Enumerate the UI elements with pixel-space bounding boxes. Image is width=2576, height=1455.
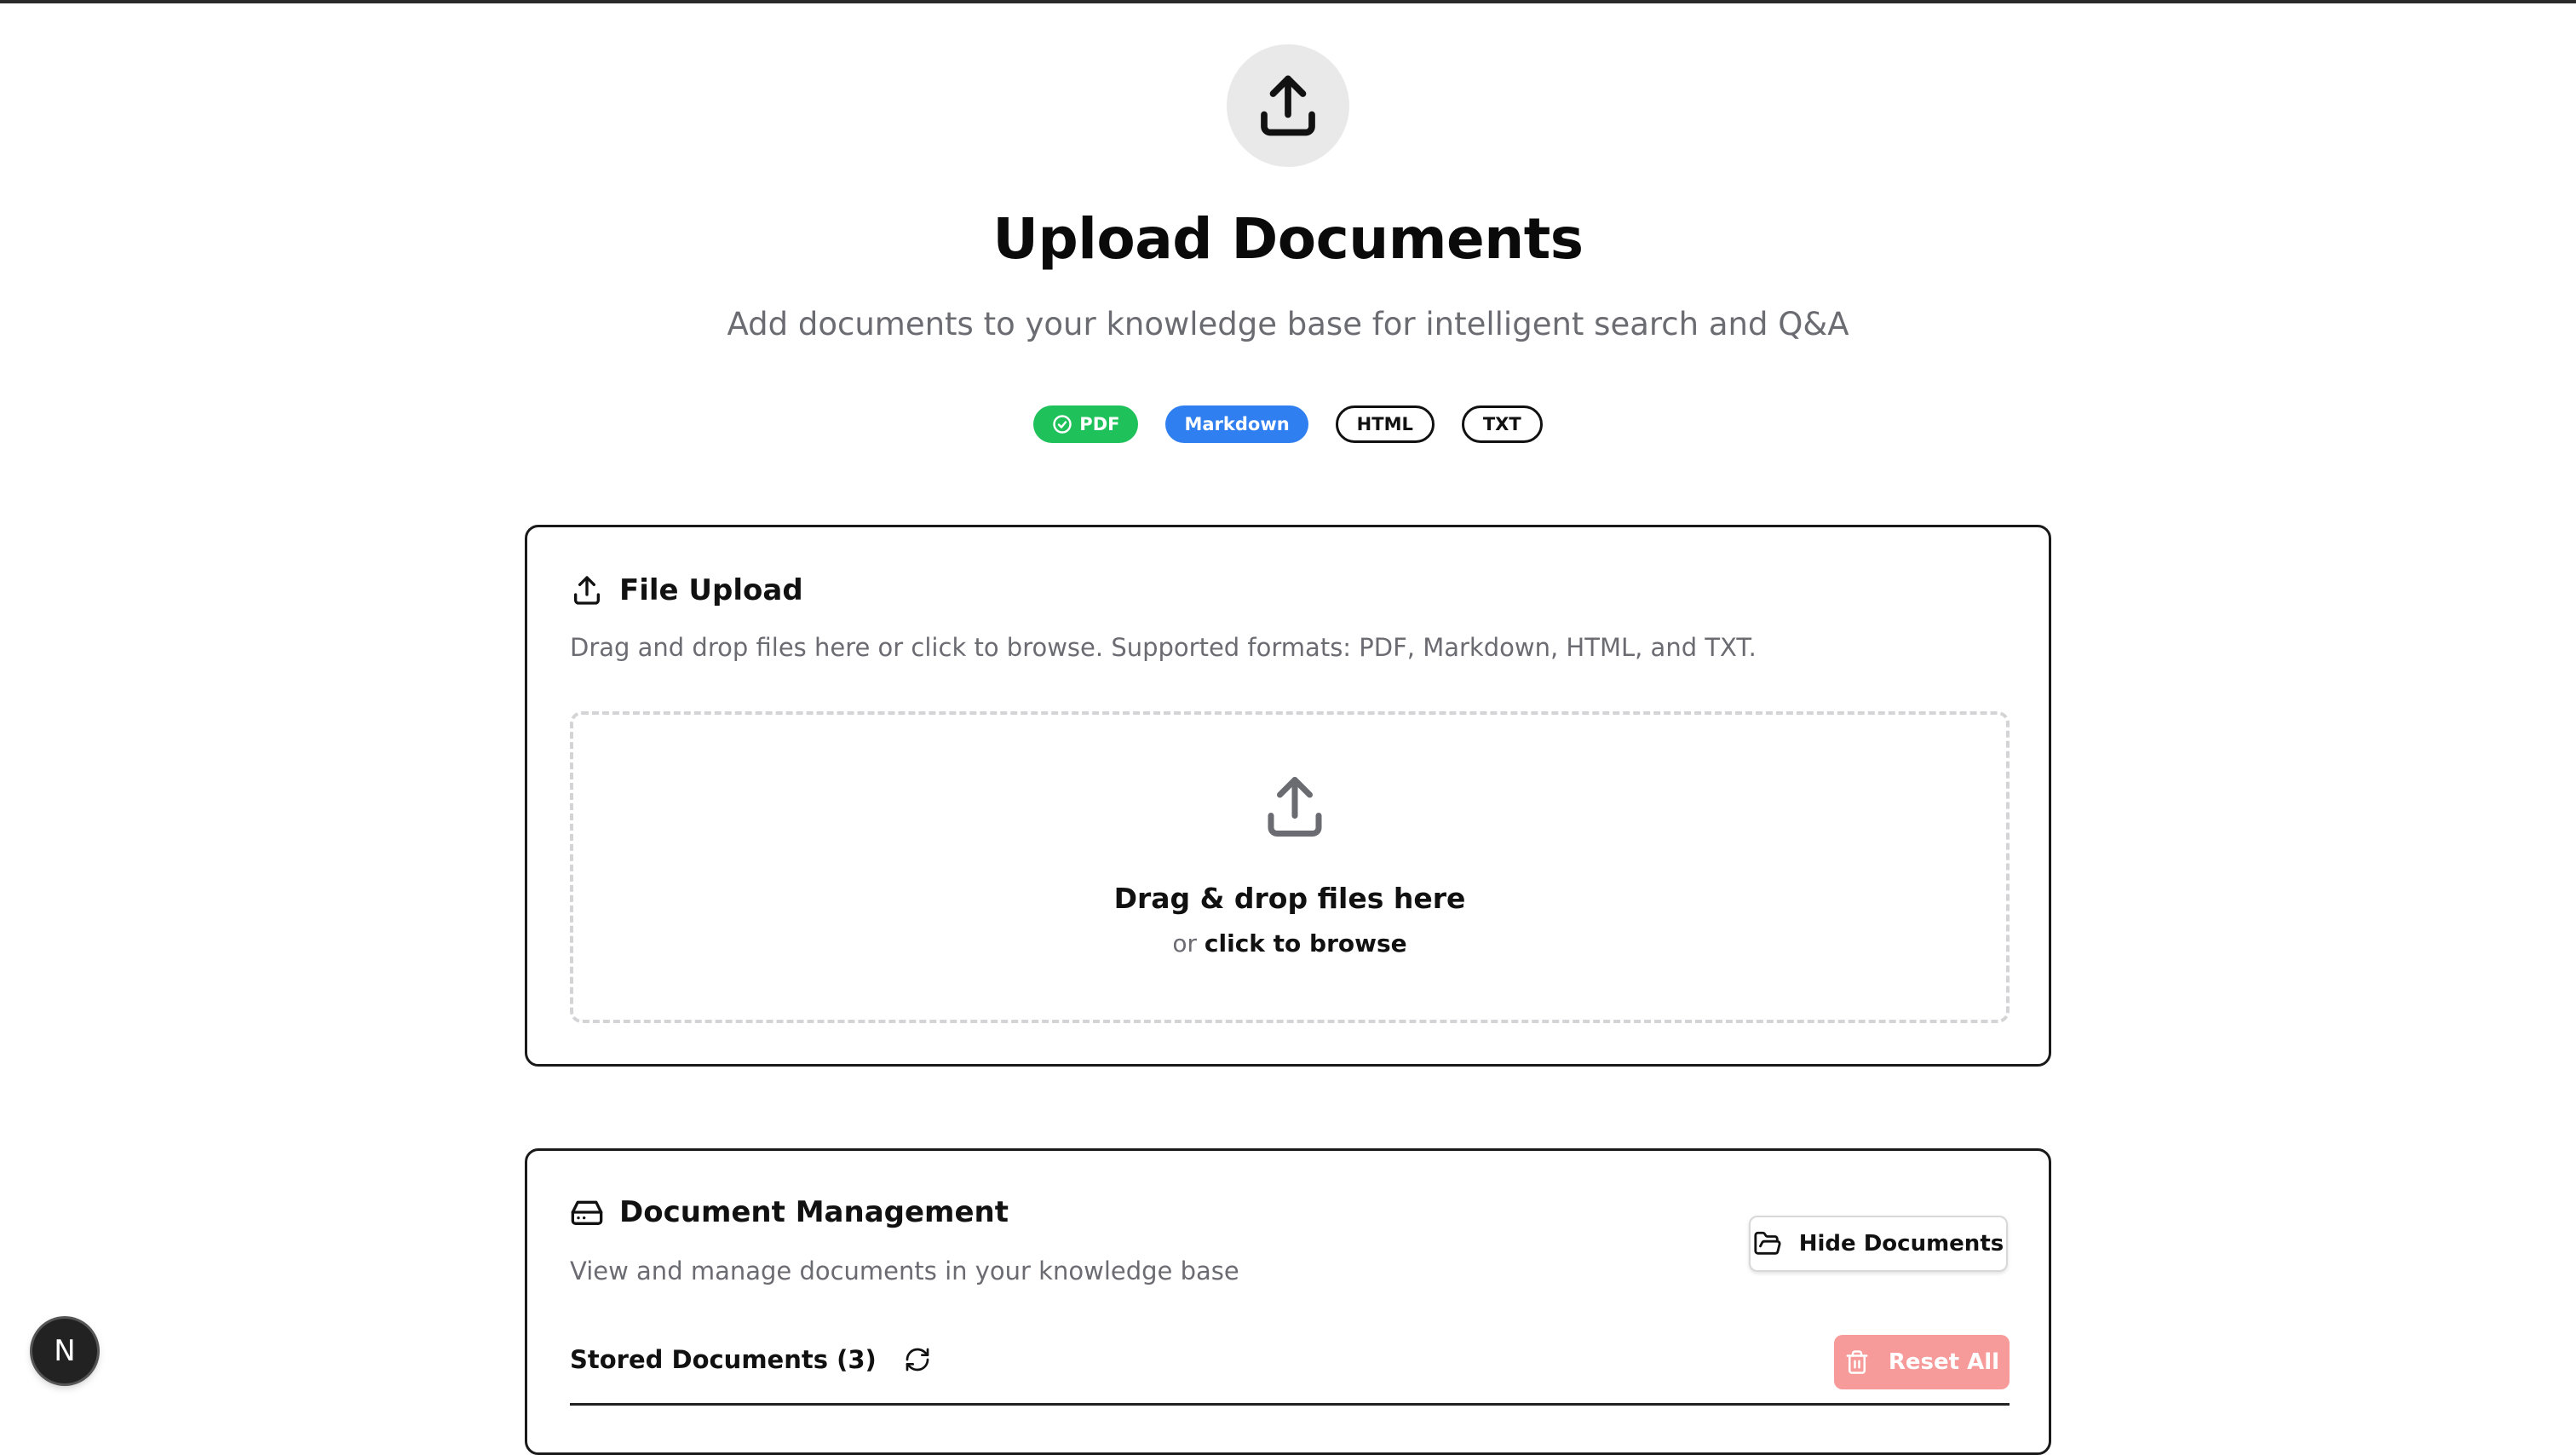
check-circle-icon	[1052, 414, 1072, 434]
format-badge-pdf: PDF	[1033, 405, 1139, 443]
dropzone-subtitle: or click to browse	[573, 929, 2006, 958]
reset-all-button[interactable]: Reset All	[1834, 1335, 2010, 1389]
browse-link[interactable]: click to browse	[1205, 929, 1407, 958]
card-header: File Upload	[570, 573, 803, 607]
nav-badge-letter: N	[54, 1334, 76, 1368]
card-header: Document Management	[570, 1195, 1009, 1229]
card-title: File Upload	[619, 573, 803, 607]
page-subtitle: Add documents to your knowledge base for…	[727, 306, 1849, 342]
card-description: View and manage documents in your knowle…	[570, 1257, 1239, 1285]
card-description: Drag and drop files here or click to bro…	[570, 633, 1757, 662]
format-badge-label: Markdown	[1184, 414, 1290, 434]
dropzone-title: Drag & drop files here	[1113, 882, 1466, 915]
upload-icon	[570, 573, 604, 607]
reset-all-label: Reset All	[1888, 1349, 2000, 1375]
page-title: Upload Documents	[992, 206, 1584, 272]
document-management-card: Document Management View and manage docu…	[525, 1148, 2051, 1455]
dropzone-sub-prefix: or	[1172, 929, 1197, 958]
file-upload-card: File Upload Drag and drop files here or …	[525, 525, 2051, 1067]
refresh-icon[interactable]	[904, 1346, 931, 1373]
format-badge-label: TXT	[1482, 414, 1521, 434]
stored-documents-row: Stored Documents (3)	[570, 1345, 931, 1374]
hide-documents-label: Hide Documents	[1798, 1231, 2004, 1257]
format-badge-html: HTML	[1335, 405, 1435, 443]
card-title: Document Management	[619, 1195, 1009, 1229]
format-badge-txt: TXT	[1461, 405, 1543, 443]
stored-documents-label: Stored Documents (3)	[570, 1345, 877, 1374]
folder-open-icon	[1753, 1229, 1782, 1258]
format-badge-label: HTML	[1356, 414, 1413, 434]
format-badge-label: PDF	[1079, 414, 1120, 434]
divider	[570, 1403, 2010, 1406]
upload-icon	[1227, 44, 1349, 167]
hard-drive-icon	[570, 1195, 604, 1229]
nextjs-dev-badge[interactable]: N	[32, 1319, 97, 1383]
trash-icon	[1844, 1349, 1870, 1375]
file-dropzone[interactable]: Drag & drop files here or click to brows…	[570, 711, 2010, 1023]
hide-documents-button[interactable]: Hide Documents	[1749, 1216, 2008, 1272]
upload-icon	[1259, 771, 1331, 843]
format-badges: PDF Markdown HTML TXT	[0, 405, 2576, 443]
format-badge-markdown: Markdown	[1165, 405, 1308, 443]
top-border	[0, 0, 2576, 3]
